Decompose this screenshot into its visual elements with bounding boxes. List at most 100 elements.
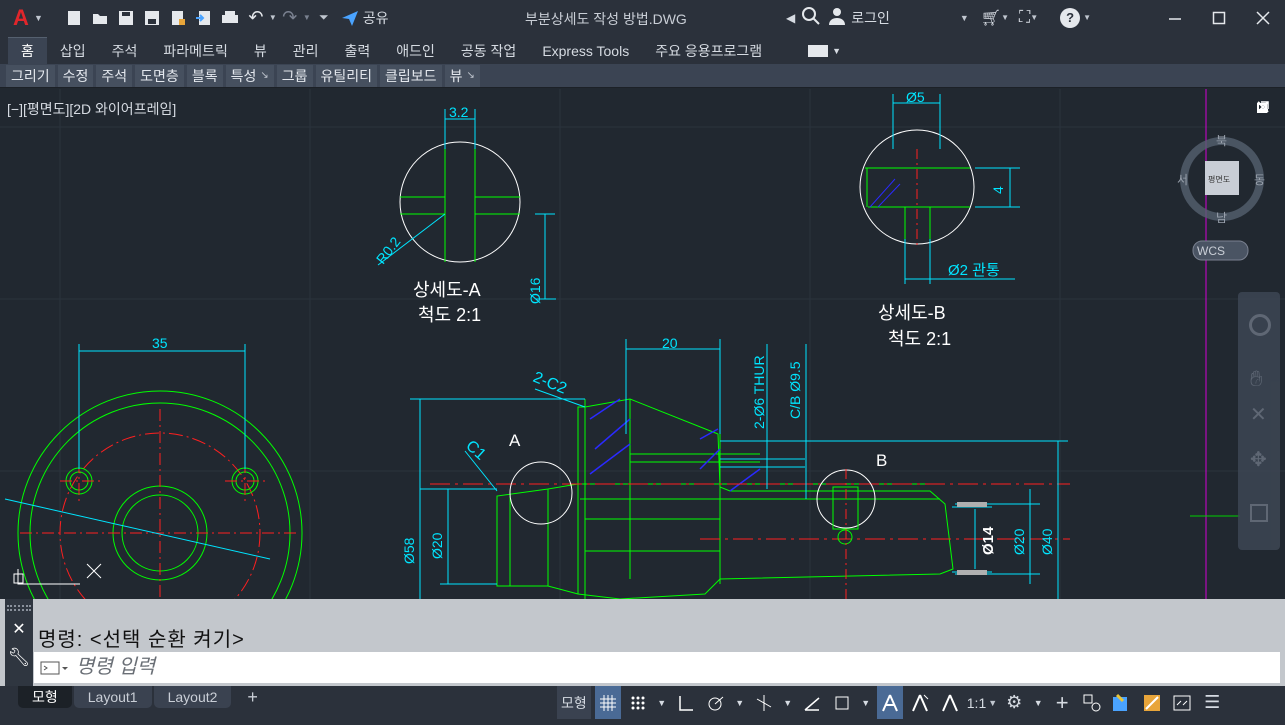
chevron-down-icon[interactable]: ▼ [269, 13, 277, 22]
chevron-down-icon[interactable]: ▼ [1031, 686, 1045, 719]
chevron-down-icon[interactable]: ▼ [859, 686, 873, 719]
chevron-down-icon[interactable]: ▼ [960, 13, 969, 23]
ribbon-tab[interactable]: 삽입 [47, 37, 99, 64]
clean-screen-icon[interactable] [1169, 686, 1195, 719]
navigation-bar[interactable]: ✋︎ ✕ ✥ [1238, 292, 1280, 550]
save-as-icon[interactable] [141, 7, 163, 29]
hardware-acceleration-icon[interactable] [1139, 686, 1165, 719]
close-icon[interactable]: ✕ [5, 619, 33, 639]
customization-menu-icon[interactable]: ☰ [1199, 686, 1225, 719]
search-expand-icon[interactable]: ◀ [786, 11, 795, 25]
layout-tab[interactable]: 모형 [18, 686, 72, 708]
annotation-visibility-icon[interactable] [876, 686, 903, 719]
share-icon[interactable] [339, 7, 361, 29]
close-icon[interactable] [1241, 0, 1285, 35]
chevron-down-icon[interactable]: ▼ [655, 686, 669, 719]
steering-wheel-icon[interactable] [1249, 314, 1271, 336]
pan-icon[interactable]: ✋︎ [1250, 366, 1263, 392]
zoom-icon[interactable]: ✕ [1250, 402, 1267, 427]
viewcube-east[interactable]: 동 [1254, 173, 1265, 187]
grip-handle[interactable] [7, 605, 31, 611]
add-layout-button[interactable]: + [233, 686, 272, 708]
login-button[interactable]: 로그인 [851, 8, 890, 28]
chevron-down-icon[interactable]: ▼ [781, 686, 795, 719]
ribbon-panel[interactable]: 유틸리티 [315, 64, 378, 87]
model-space-button[interactable]: 모형 [557, 686, 591, 719]
grid-icon[interactable] [594, 686, 621, 719]
cart-icon[interactable]: 🛒︎ [981, 8, 1001, 28]
ribbon-tab[interactable]: 관리 [280, 37, 332, 64]
chevron-down-icon[interactable]: ▼ [1001, 13, 1009, 22]
maximize-icon[interactable] [1197, 0, 1241, 35]
import-icon[interactable] [193, 7, 215, 29]
drawing-viewport[interactable]: 3.2 R0.2 Ø16 상세도-A 척도 2:1 Ø5 4 Ø2 관통 상세도… [0, 89, 1285, 599]
open-folder-icon[interactable] [89, 7, 111, 29]
chevron-down-icon[interactable]: ▼ [34, 13, 43, 23]
ribbon-tab[interactable]: Express Tools [529, 37, 642, 64]
save-icon[interactable] [115, 7, 137, 29]
chevron-down-icon[interactable]: ▼ [303, 13, 311, 22]
command-input-box[interactable] [34, 652, 1280, 683]
new-file-icon[interactable] [63, 7, 85, 29]
scale-selector[interactable]: 1:1 ▼ [967, 686, 997, 719]
application-menu-button[interactable]: A [10, 5, 32, 30]
ribbon-tab[interactable]: 애드인 [383, 37, 448, 64]
ribbon-panel[interactable]: 도면층 [135, 64, 184, 87]
minimize-icon[interactable] [1153, 0, 1197, 35]
viewcube-south[interactable]: 남 [1216, 211, 1227, 225]
ribbon-panel[interactable]: 수정 [57, 64, 94, 87]
chevron-down-icon[interactable]: ▼ [1030, 13, 1038, 22]
search-icon[interactable] [801, 6, 821, 29]
ucs-menu[interactable]: WCS [1197, 244, 1225, 258]
snap-icon[interactable] [625, 686, 651, 719]
ortho-icon[interactable] [673, 686, 699, 719]
orbit-icon[interactable]: ✥ [1250, 447, 1267, 472]
ribbon-panel[interactable]: 그리기 [6, 64, 55, 87]
chevron-down-icon[interactable]: ▼ [1083, 13, 1091, 22]
ribbon-tab[interactable]: 출력 [331, 37, 383, 64]
drawing-canvas[interactable]: 3.2 R0.2 Ø16 상세도-A 척도 2:1 Ø5 4 Ø2 관통 상세도… [0, 89, 1285, 599]
ribbon-panel[interactable]: 블록 [186, 64, 223, 87]
isolate-objects-icon[interactable] [1109, 686, 1135, 719]
panel-expand-icon[interactable]: ↘ [466, 70, 474, 81]
showmotion-icon[interactable] [1250, 504, 1268, 522]
redo-icon[interactable]: ↷ [279, 7, 301, 29]
layout-tab[interactable]: Layout2 [153, 686, 232, 708]
viewcube-top[interactable]: 평면도 [1208, 174, 1230, 184]
ribbon-tab[interactable]: 공동 작업 [448, 37, 529, 64]
command-input[interactable] [76, 656, 1076, 679]
gear-icon[interactable]: ⚙ [1001, 686, 1027, 719]
viewcube[interactable]: 평면도 북 남 동 서 WCS [1177, 134, 1265, 261]
quick-properties-icon[interactable] [1079, 686, 1105, 719]
print-icon[interactable] [219, 7, 241, 29]
help-button[interactable]: ? [1060, 7, 1081, 28]
plus-icon[interactable]: + [1049, 686, 1075, 719]
ribbon-panel[interactable]: 특성 ↘ [225, 64, 274, 87]
annotation-autoscale-icon[interactable] [907, 686, 933, 719]
polar-tracking-icon[interactable] [703, 686, 729, 719]
command-prompt-icon[interactable] [34, 652, 76, 683]
isodraft-icon[interactable] [751, 686, 777, 719]
annotation-scale-icon[interactable] [937, 686, 963, 719]
panel-expand-icon[interactable]: ↘ [260, 70, 268, 81]
viewcube-north[interactable]: 북 [1216, 134, 1227, 148]
autodesk-app-icon[interactable]: ⛶ [1019, 9, 1030, 27]
object-snap-icon[interactable] [829, 686, 855, 719]
ribbon-tab[interactable]: 파라메트릭 [150, 37, 240, 64]
customize-toolbar-icon[interactable]: ⏷ [313, 7, 335, 29]
ribbon-tab[interactable]: 뷰 [241, 37, 280, 64]
ribbon-panel[interactable]: 뷰 ↘ [444, 64, 480, 87]
ribbon-panel[interactable]: 그룹 [276, 64, 313, 87]
ribbon-tab[interactable]: 주석 [99, 37, 151, 64]
ribbon-panel[interactable]: 주석 [96, 64, 133, 87]
ribbon-tab[interactable]: 홈 [8, 37, 47, 64]
viewcube-west[interactable]: 서 [1177, 173, 1188, 187]
ribbon-minimize-icon[interactable]: ▼ [795, 37, 854, 64]
layout-tab[interactable]: Layout1 [73, 686, 152, 708]
ribbon-panel[interactable]: 클립보드 [380, 64, 442, 87]
publish-icon[interactable] [167, 7, 189, 29]
ribbon-tab[interactable]: 주요 응용프로그램 [642, 37, 775, 64]
wrench-icon[interactable]: 🔧︎ [5, 647, 33, 668]
object-snap-tracking-icon[interactable] [799, 686, 825, 719]
share-button[interactable]: 공유 [363, 8, 389, 28]
